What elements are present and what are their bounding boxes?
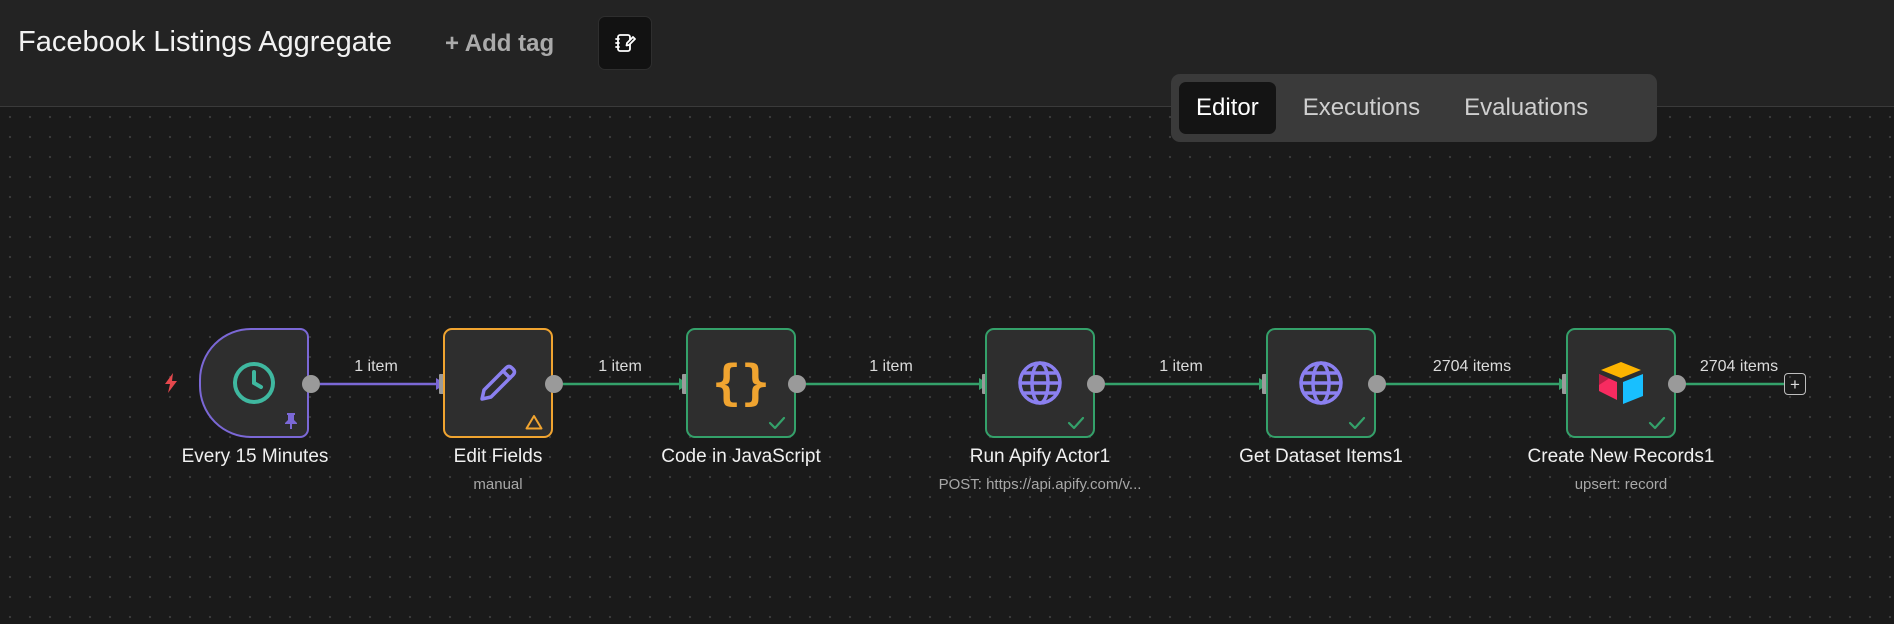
curly-braces-icon: {} xyxy=(712,355,770,411)
success-check-icon xyxy=(1648,416,1666,430)
node-edit-fields-sublabel: manual xyxy=(473,476,523,493)
node-code-in-javascript-output-handle[interactable] xyxy=(788,375,806,393)
clock-icon xyxy=(233,362,275,404)
tab-editor[interactable]: Editor xyxy=(1179,82,1276,134)
edge-label-1: 1 item xyxy=(354,358,398,375)
node-edit-fields[interactable] xyxy=(443,328,553,438)
globe-icon xyxy=(1018,361,1062,405)
success-check-icon xyxy=(768,416,786,430)
node-get-dataset-items1-output-handle[interactable] xyxy=(1368,375,1386,393)
node-get-dataset-items1-label: Get Dataset Items1 xyxy=(1239,446,1403,467)
node-get-dataset-items1[interactable] xyxy=(1266,328,1376,438)
edge-label-4: 1 item xyxy=(1159,358,1203,375)
node-run-apify-actor1-label: Run Apify Actor1 xyxy=(969,446,1111,467)
node-create-new-records1-output-handle[interactable] xyxy=(1668,375,1686,393)
plus-icon: + xyxy=(1790,374,1800,394)
globe-icon xyxy=(1299,361,1343,405)
edge-label-2: 1 item xyxy=(598,358,642,375)
warning-icon xyxy=(525,415,543,430)
node-create-new-records1[interactable] xyxy=(1566,328,1676,438)
node-run-apify-actor1-output-handle[interactable] xyxy=(1087,375,1105,393)
tab-evaluations[interactable]: Evaluations xyxy=(1447,82,1605,134)
node-create-new-records1-label: Create New Records1 xyxy=(1527,446,1715,467)
tab-executions[interactable]: Executions xyxy=(1286,82,1437,134)
pin-icon xyxy=(285,413,297,429)
node-create-new-records1-sublabel: upsert: record xyxy=(1574,476,1668,493)
view-tabs: Editor Executions Evaluations xyxy=(1171,74,1657,142)
trigger-bolt-icon xyxy=(165,373,177,393)
node-every-15-minutes[interactable] xyxy=(199,328,309,438)
success-check-icon xyxy=(1348,416,1366,430)
airtable-logo-icon xyxy=(1599,362,1643,404)
node-every-15-minutes-output-handle[interactable] xyxy=(302,375,320,393)
success-check-icon xyxy=(1067,416,1085,430)
edge-label-3: 1 item xyxy=(869,358,913,375)
node-run-apify-actor1[interactable] xyxy=(985,328,1095,438)
node-code-in-javascript[interactable]: {} xyxy=(686,328,796,438)
edge-label-5: 2704 items xyxy=(1432,358,1512,375)
node-edit-fields-output-handle[interactable] xyxy=(545,375,563,393)
node-run-apify-actor1-sublabel: POST: https://api.apify.com/v... xyxy=(938,476,1142,493)
node-code-in-javascript-label: Code in JavaScript xyxy=(661,446,821,467)
add-node-button[interactable]: + xyxy=(1784,373,1806,395)
pencil-icon xyxy=(480,364,517,401)
